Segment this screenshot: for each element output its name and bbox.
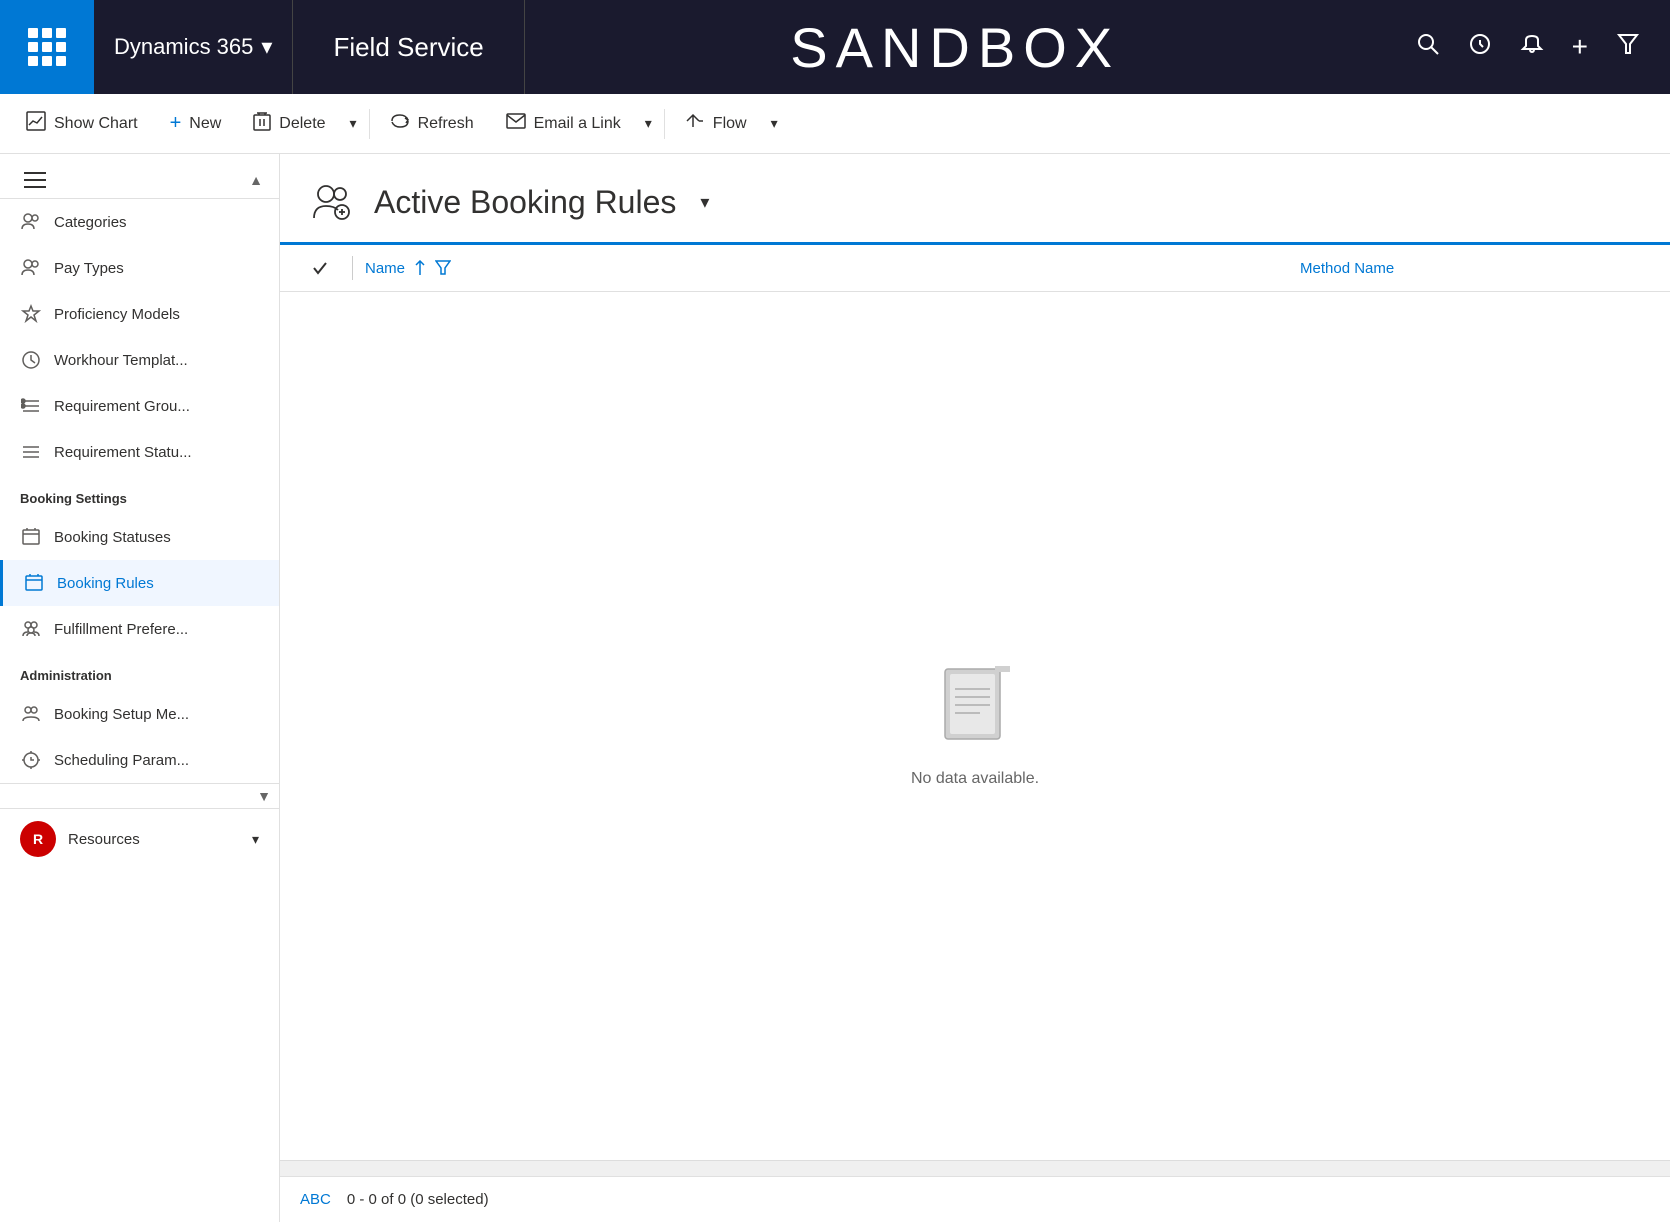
sidebar-item-fulfillment[interactable]: Fulfillment Prefere... <box>0 606 279 652</box>
field-service-label: Field Service <box>293 0 524 94</box>
booking-statuses-label: Booking Statuses <box>54 529 171 546</box>
refresh-label: Refresh <box>418 115 474 133</box>
sidebar-item-req-group[interactable]: Requirement Grou... <box>0 383 279 429</box>
booking-setup-label: Booking Setup Me... <box>54 706 189 723</box>
sidebar-item-categories[interactable]: Categories <box>0 199 279 245</box>
dynamics-chevron[interactable]: ▾ <box>261 34 272 60</box>
fulfillment-label: Fulfillment Prefere... <box>54 621 188 638</box>
table-container: Name Method Name <box>280 242 1670 1222</box>
email-chevron[interactable]: ▾ <box>637 94 660 153</box>
new-label: New <box>189 115 221 133</box>
sidebar-item-proficiency[interactable]: Proficiency Models <box>0 291 279 337</box>
sandbox-title: SANDBOX <box>525 15 1386 80</box>
delete-label: Delete <box>279 115 325 133</box>
top-nav-icons: + <box>1386 31 1670 63</box>
sidebar-scroll-down[interactable]: ▼ <box>0 784 279 808</box>
show-chart-label: Show Chart <box>54 115 138 133</box>
new-button[interactable]: + New <box>154 94 238 153</box>
req-status-label: Requirement Statu... <box>54 444 192 461</box>
dynamics-label: Dynamics 365 <box>114 34 253 60</box>
add-icon[interactable]: + <box>1572 31 1588 63</box>
col-method-header[interactable]: Method Name <box>1300 260 1650 277</box>
delete-chevron[interactable]: ▾ <box>342 94 365 153</box>
sidebar-footer[interactable]: R Resources ▾ <box>0 808 279 869</box>
booking-setup-icon <box>20 703 42 725</box>
booking-settings-header: Booking Settings <box>0 475 279 514</box>
empty-text: No data available. <box>911 770 1039 788</box>
refresh-button[interactable]: Refresh <box>374 94 490 153</box>
delete-button[interactable]: Delete <box>237 94 341 153</box>
page-icon <box>310 178 358 226</box>
show-chart-icon <box>26 111 46 136</box>
req-status-icon <box>20 441 42 463</box>
resources-chevron: ▾ <box>252 831 259 848</box>
sidebar-item-req-status[interactable]: Requirement Statu... <box>0 429 279 475</box>
page-header: Active Booking Rules ▾ <box>280 154 1670 242</box>
req-group-label: Requirement Grou... <box>54 398 190 415</box>
app-launcher[interactable] <box>0 0 94 94</box>
fulfillment-icon <box>20 618 42 640</box>
booking-rules-icon <box>23 572 45 594</box>
booking-statuses-icon <box>20 526 42 548</box>
hamburger-menu[interactable] <box>8 162 62 198</box>
email-link-button[interactable]: Email a Link <box>490 94 637 153</box>
empty-state: No data available. <box>280 292 1670 1160</box>
sidebar-item-booking-statuses[interactable]: Booking Statuses <box>0 514 279 560</box>
select-all-check[interactable] <box>300 259 340 277</box>
booking-rules-label: Booking Rules <box>57 575 154 592</box>
administration-header: Administration <box>0 652 279 691</box>
main-layout: ▲ Categories Pay Types <box>0 154 1670 1222</box>
new-icon: + <box>170 112 182 135</box>
proficiency-icon <box>20 303 42 325</box>
sidebar: ▲ Categories Pay Types <box>0 154 280 1222</box>
req-group-icon <box>20 395 42 417</box>
scheduling-label: Scheduling Param... <box>54 752 189 769</box>
sidebar-item-booking-rules[interactable]: Booking Rules <box>0 560 279 606</box>
flow-label: Flow <box>713 115 747 133</box>
flow-icon <box>685 111 705 136</box>
workhour-icon <box>20 349 42 371</box>
email-icon <box>506 113 526 134</box>
email-link-label: Email a Link <box>534 115 621 133</box>
avatar: R <box>20 821 56 857</box>
proficiency-label: Proficiency Models <box>54 306 180 323</box>
horizontal-scrollbar[interactable] <box>280 1160 1670 1176</box>
pagination-info: 0 - 0 of 0 (0 selected) <box>347 1191 489 1208</box>
refresh-icon <box>390 111 410 136</box>
flow-button[interactable]: Flow <box>669 94 763 153</box>
sidebar-scroll-up[interactable]: ▲ <box>241 164 271 196</box>
sidebar-item-workhour[interactable]: Workhour Templat... <box>0 337 279 383</box>
content-area: Active Booking Rules ▾ Name <box>280 154 1670 1222</box>
toolbar: Show Chart + New Delete ▾ Refresh <box>0 94 1670 154</box>
col-name-header[interactable]: Name <box>365 260 1300 277</box>
categories-icon <box>20 211 42 233</box>
sidebar-item-pay-types[interactable]: Pay Types <box>0 245 279 291</box>
resources-label: Resources <box>68 831 140 848</box>
empty-icon <box>935 664 1015 754</box>
pay-types-label: Pay Types <box>54 260 124 277</box>
table-header-row: Name Method Name <box>280 242 1670 292</box>
filter-icon[interactable] <box>1616 32 1640 62</box>
workhour-label: Workhour Templat... <box>54 352 188 369</box>
categories-label: Categories <box>54 214 127 231</box>
delete-icon <box>253 111 271 136</box>
sidebar-item-booking-setup[interactable]: Booking Setup Me... <box>0 691 279 737</box>
search-icon[interactable] <box>1416 32 1440 62</box>
notification-icon[interactable] <box>1520 32 1544 62</box>
page-title-chevron[interactable]: ▾ <box>700 192 709 213</box>
abc-button[interactable]: ABC <box>300 1191 331 1208</box>
pay-types-icon <box>20 257 42 279</box>
sidebar-item-scheduling[interactable]: Scheduling Param... <box>0 737 279 783</box>
scheduling-icon <box>20 749 42 771</box>
settings-icon[interactable] <box>1468 32 1492 62</box>
dynamics-brand[interactable]: Dynamics 365 ▾ <box>94 0 293 94</box>
flow-chevron[interactable]: ▾ <box>763 94 786 153</box>
pagination: ABC 0 - 0 of 0 (0 selected) <box>280 1176 1670 1222</box>
page-title: Active Booking Rules <box>374 184 676 221</box>
top-nav: Dynamics 365 ▾ Field Service SANDBOX + <box>0 0 1670 94</box>
show-chart-button[interactable]: Show Chart <box>10 94 154 153</box>
